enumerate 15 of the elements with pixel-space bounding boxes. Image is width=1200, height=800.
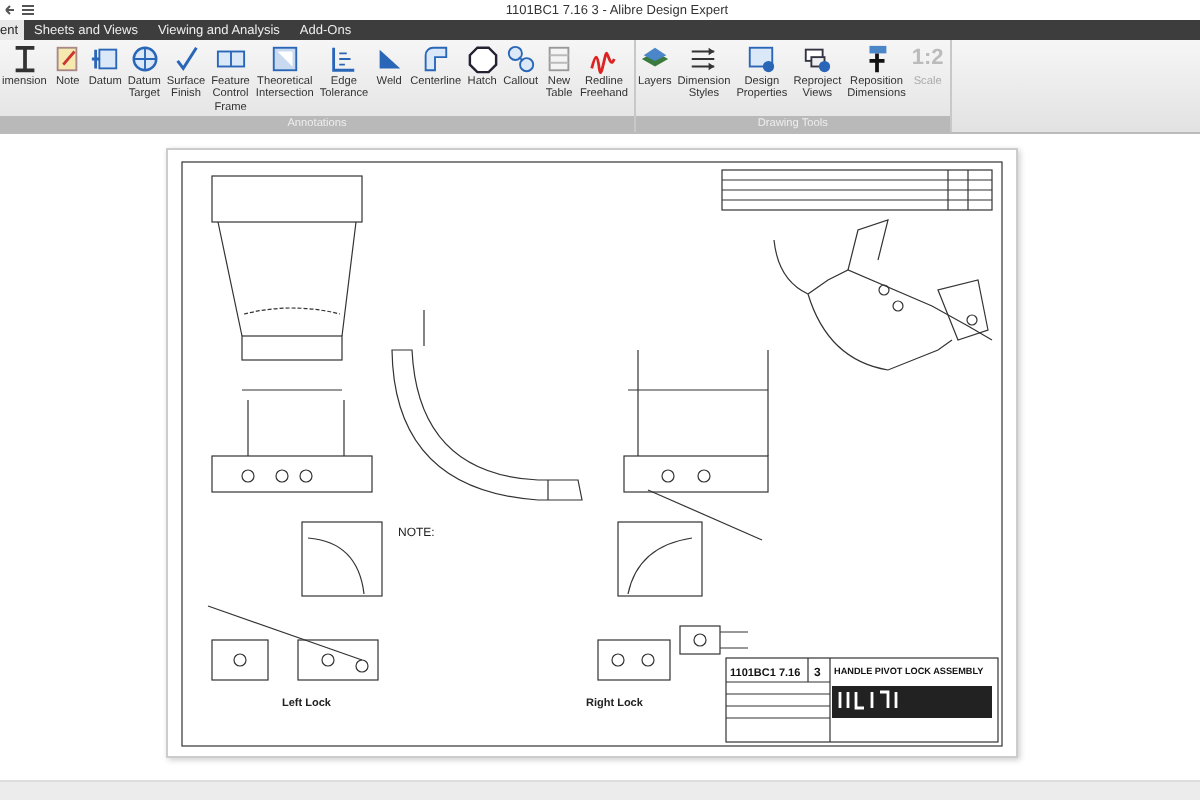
reproject-icon bbox=[802, 44, 833, 74]
edge-icon bbox=[328, 44, 359, 74]
datum-target-icon bbox=[129, 44, 160, 74]
datum-icon bbox=[90, 44, 121, 74]
sliders-icon bbox=[688, 44, 719, 74]
scale-icon: 1:2 bbox=[911, 44, 944, 74]
callout-icon bbox=[505, 44, 536, 74]
undo-icon[interactable] bbox=[4, 4, 16, 16]
weld-icon bbox=[374, 44, 405, 74]
checkmark-icon bbox=[171, 44, 201, 74]
menu-icon[interactable] bbox=[22, 4, 34, 16]
centerline-icon bbox=[420, 44, 451, 74]
hatch-icon bbox=[467, 44, 498, 74]
note-icon bbox=[52, 44, 83, 74]
properties-icon bbox=[746, 44, 777, 74]
